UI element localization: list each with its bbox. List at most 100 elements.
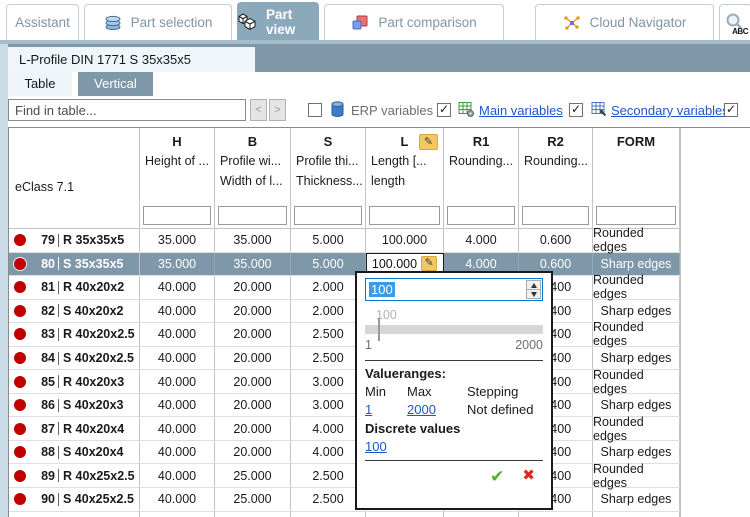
table-cell[interactable]: 20.000 <box>215 441 291 464</box>
table-cell[interactable]: 20.000 <box>215 323 291 346</box>
filter-input-L[interactable] <box>369 206 440 225</box>
table-cell[interactable]: 40.000 <box>140 323 215 346</box>
max-value-link[interactable]: 2000 <box>407 402 467 417</box>
tab-cloud-navigator[interactable]: Cloud Navigator <box>535 4 714 40</box>
table-cell[interactable]: 20.000 <box>215 370 291 393</box>
table-row[interactable]: 82S 40x20x240.00020.0002.0000.400Sharp e… <box>9 300 680 324</box>
tab-part-view[interactable]: Part view <box>237 2 319 40</box>
column-header-H[interactable]: HHeight of ... <box>140 128 215 204</box>
table-cell[interactable]: 40.000 <box>140 276 215 299</box>
table-row[interactable]: 88S 40x20x440.00020.0004.0000.400Sharp e… <box>9 441 680 465</box>
secondary-variables-link[interactable]: Secondary variables <box>611 103 729 118</box>
spinner-down-button[interactable] <box>526 289 541 299</box>
row-label-cell[interactable]: 85R 40x20x3 <box>9 370 140 393</box>
tab-text-search[interactable]: ABC <box>719 4 750 40</box>
row-label-cell[interactable]: 89R 40x25x2.5 <box>9 464 140 487</box>
tab-assistant[interactable]: Assistant <box>6 4 79 40</box>
min-value-link[interactable]: 1 <box>365 402 407 417</box>
table-row[interactable]: 80S 35x35x535.00035.0005.000100.000✎4.00… <box>9 253 680 277</box>
tab-vertical-view[interactable]: Vertical <box>78 72 153 96</box>
table-row[interactable]: 89R 40x25x2.540.00025.0002.5000.400Round… <box>9 464 680 488</box>
table-cell[interactable]: 40.000 <box>140 370 215 393</box>
erp-variables-checkbox[interactable] <box>308 103 322 117</box>
table-cell[interactable]: 0.600 <box>519 229 593 252</box>
discrete-value-link[interactable]: 100 <box>365 439 387 454</box>
tab-part-comparison[interactable]: Part comparison <box>324 4 504 40</box>
table-cell[interactable]: Rounded edges <box>593 323 680 346</box>
extra-variables-checkbox[interactable] <box>724 103 738 117</box>
table-cell[interactable]: 4.000 <box>444 229 519 252</box>
table-cell[interactable]: 40.000 <box>140 417 215 440</box>
row-label-cell[interactable]: 87R 40x20x4 <box>9 417 140 440</box>
table-cell[interactable]: 25.000 <box>215 488 291 511</box>
row-label-cell[interactable]: 88S 40x20x4 <box>9 441 140 464</box>
table-cell[interactable]: 35.000 <box>140 229 215 252</box>
value-spinner-input[interactable]: 100 <box>365 278 543 301</box>
document-title-tab[interactable]: L-Profile DIN 1771 S 35x35x5 <box>8 47 255 72</box>
edit-column-button[interactable]: ✎ <box>419 134 438 150</box>
table-cell[interactable]: 40.000 <box>140 441 215 464</box>
table-cell[interactable]: 20.000 <box>215 417 291 440</box>
value-slider[interactable] <box>365 325 543 334</box>
table-cell[interactable]: Sharp edges <box>593 394 680 417</box>
table-cell[interactable]: 20.000 <box>215 347 291 370</box>
main-variables-checkbox[interactable] <box>437 103 451 117</box>
column-header-L[interactable]: L✎Length [...length <box>366 128 444 204</box>
table-cell[interactable]: Rounded edges <box>593 417 680 440</box>
column-header-FORM[interactable]: FORM <box>593 128 680 204</box>
table-row[interactable]: 90S 40x25x2.540.00025.0002.5000.400Sharp… <box>9 488 680 512</box>
table-row[interactable]: 85R 40x20x340.00020.0003.0000.400Rounded… <box>9 370 680 394</box>
row-label-cell[interactable]: 79R 35x35x5 <box>9 229 140 252</box>
tab-table-view[interactable]: Table <box>8 72 72 96</box>
filter-input-R1[interactable] <box>447 206 515 225</box>
edit-value-button[interactable]: ✎ <box>421 256 437 271</box>
find-in-table-input[interactable] <box>8 99 246 121</box>
table-row[interactable]: 83R 40x20x2.540.00020.0002.5000.400Round… <box>9 323 680 347</box>
table-cell[interactable]: Rounded edges <box>593 229 680 252</box>
filter-input-B[interactable] <box>218 206 287 225</box>
table-cell[interactable]: 35.000 <box>215 253 291 276</box>
column-header-R1[interactable]: R1Rounding... <box>444 128 519 204</box>
table-row[interactable]: 84S 40x20x2.540.00020.0002.5000.400Sharp… <box>9 347 680 371</box>
table-cell[interactable]: Sharp edges <box>593 253 680 276</box>
row-label-cell[interactable]: 80S 35x35x5 <box>9 253 140 276</box>
confirm-check-icon[interactable]: ✔ <box>490 468 504 485</box>
filter-input-S[interactable] <box>294 206 362 225</box>
table-row[interactable]: 81R 40x20x240.00020.0002.0000.400Rounded… <box>9 276 680 300</box>
table-cell[interactable]: 35.000 <box>215 229 291 252</box>
find-next-button[interactable]: > <box>269 99 286 121</box>
row-label-cell[interactable]: 90S 40x25x2.5 <box>9 488 140 511</box>
table-cell[interactable]: 5.000 <box>291 229 366 252</box>
table-cell[interactable]: 20.000 <box>215 394 291 417</box>
filter-input-H[interactable] <box>143 206 211 225</box>
table-cell[interactable]: 20.000 <box>215 276 291 299</box>
row-label-cell[interactable]: 84S 40x20x2.5 <box>9 347 140 370</box>
table-cell[interactable]: 40.000 <box>140 347 215 370</box>
table-row[interactable]: 79R 35x35x535.00035.0005.000100.0004.000… <box>9 229 680 253</box>
table-cell[interactable]: Sharp edges <box>593 441 680 464</box>
table-cell[interactable]: 25.000 <box>215 464 291 487</box>
table-cell[interactable]: Rounded edges <box>593 276 680 299</box>
main-variables-link[interactable]: Main variables <box>479 103 563 118</box>
tab-part-selection[interactable]: Part selection <box>84 4 232 40</box>
table-cell[interactable]: Rounded edges <box>593 370 680 393</box>
table-cell[interactable]: 100.000 <box>366 229 444 252</box>
table-cell[interactable]: 35.000 <box>140 253 215 276</box>
cancel-x-icon[interactable]: ✖ <box>522 468 535 485</box>
filter-input-FORM[interactable] <box>596 206 676 225</box>
table-cell[interactable]: 40.000 <box>140 488 215 511</box>
table-cell[interactable]: Sharp edges <box>593 300 680 323</box>
table-cell[interactable]: 40.000 <box>140 394 215 417</box>
table-cell[interactable]: Rounded edges <box>593 464 680 487</box>
row-label-cell[interactable]: 82S 40x20x2 <box>9 300 140 323</box>
table-row[interactable]: 86S 40x20x340.00020.0003.0000.400Sharp e… <box>9 394 680 418</box>
find-previous-button[interactable]: < <box>250 99 267 121</box>
row-label-cell[interactable]: 86S 40x20x3 <box>9 394 140 417</box>
column-header-S[interactable]: SProfile thi...Thickness... <box>291 128 366 204</box>
row-label-cell[interactable]: 81R 40x20x2 <box>9 276 140 299</box>
table-cell[interactable]: 40.000 <box>140 300 215 323</box>
table-cell[interactable]: Sharp edges <box>593 347 680 370</box>
column-header-R2[interactable]: R2Rounding... <box>519 128 593 204</box>
filter-input-R2[interactable] <box>522 206 589 225</box>
column-header-B[interactable]: BProfile wi...Width of l... <box>215 128 291 204</box>
